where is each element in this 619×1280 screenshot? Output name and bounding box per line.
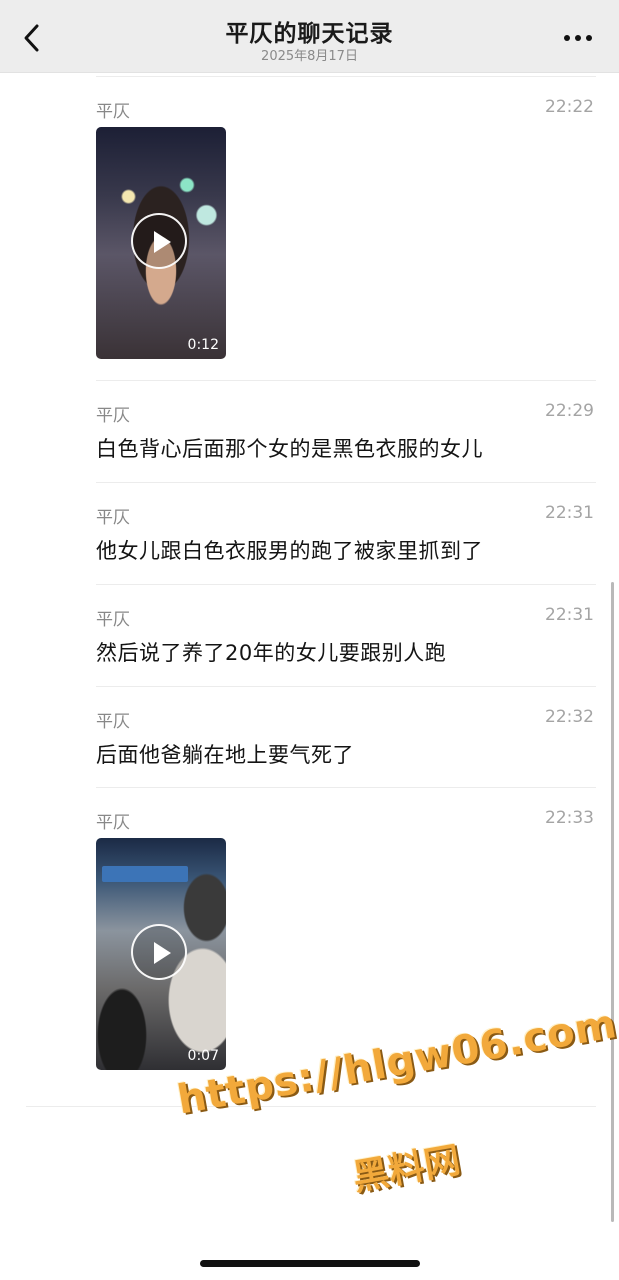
- sender-name: 平仄: [96, 406, 130, 426]
- page-subtitle-date: 2025年8月17日: [261, 49, 358, 64]
- play-icon: [131, 213, 187, 269]
- message-time: 22:31: [545, 503, 594, 523]
- home-indicator: [200, 1260, 420, 1267]
- video-thumbnail[interactable]: 0:07: [96, 838, 226, 1070]
- divider: [96, 380, 596, 381]
- more-dots-icon: [564, 35, 592, 41]
- divider: [26, 1106, 596, 1107]
- more-button[interactable]: [561, 28, 595, 48]
- play-icon: [131, 924, 187, 980]
- video-duration: 0:07: [187, 1048, 219, 1064]
- divider: [96, 482, 596, 483]
- chat-record-item: 平仄 22:22 0:12: [96, 97, 596, 367]
- sender-name: 平仄: [96, 102, 130, 122]
- message-time: 22:29: [545, 401, 594, 421]
- message-time: 22:32: [545, 707, 594, 727]
- message-time: 22:33: [545, 808, 594, 828]
- message-text[interactable]: 他女儿跟白色衣服男的跑了被家里抓到了: [96, 535, 483, 565]
- message-time: 22:22: [545, 97, 594, 117]
- divider: [96, 584, 596, 585]
- chat-record-item: 平仄 22:32 后面他爸躺在地上要气死了: [96, 707, 596, 777]
- chat-record-item: 平仄 22:31 然后说了养了20年的女儿要跟别人跑: [96, 605, 596, 675]
- message-text[interactable]: 后面他爸躺在地上要气死了: [96, 739, 354, 769]
- divider: [96, 76, 596, 77]
- chat-record-item: 平仄 22:31 他女儿跟白色衣服男的跑了被家里抓到了: [96, 503, 596, 573]
- message-text[interactable]: 然后说了养了20年的女儿要跟别人跑: [96, 637, 446, 667]
- sender-name: 平仄: [96, 813, 130, 833]
- video-duration: 0:12: [187, 337, 219, 353]
- video-scene-sign: [102, 866, 188, 882]
- message-time: 22:31: [545, 605, 594, 625]
- sender-name: 平仄: [96, 712, 130, 732]
- chat-record-item: 平仄 22:29 白色背心后面那个女的是黑色衣服的女儿: [96, 401, 596, 471]
- sender-name: 平仄: [96, 610, 130, 630]
- page-title: 平仄的聊天记录: [225, 21, 394, 47]
- sender-name: 平仄: [96, 508, 130, 528]
- scrollbar[interactable]: [611, 582, 614, 1222]
- video-thumbnail[interactable]: 0:12: [96, 127, 226, 359]
- nav-header: 平仄的聊天记录 2025年8月17日: [0, 0, 619, 73]
- divider: [96, 787, 596, 788]
- message-text[interactable]: 白色背心后面那个女的是黑色衣服的女儿: [96, 433, 483, 463]
- watermark-label: 黑料网: [349, 1139, 464, 1200]
- divider: [96, 686, 596, 687]
